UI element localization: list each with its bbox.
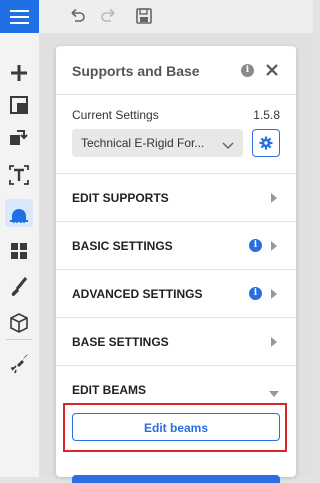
panel-title: Supports and Base xyxy=(72,63,200,79)
menu-button[interactable] xyxy=(0,0,39,33)
section-advanced-settings[interactable]: ADVANCED SETTINGS i xyxy=(56,269,296,316)
tool-sidebar xyxy=(0,33,39,477)
section-base-settings[interactable]: BASE SETTINGS xyxy=(56,317,296,364)
orient-icon[interactable] xyxy=(5,123,33,151)
paint-icon[interactable] xyxy=(5,273,33,301)
apply-button[interactable] xyxy=(72,475,280,483)
close-icon[interactable] xyxy=(264,62,280,78)
profile-select-value: Technical E-Rigid For... xyxy=(81,136,205,150)
chevron-right-icon xyxy=(270,335,278,353)
chevron-right-icon xyxy=(270,287,278,305)
section-basic-settings[interactable]: BASIC SETTINGS i xyxy=(56,221,296,268)
hamburger-icon xyxy=(10,10,29,12)
section-label: ADVANCED SETTINGS xyxy=(72,287,203,301)
add-icon[interactable] xyxy=(5,59,33,87)
section-label: EDIT BEAMS xyxy=(72,383,147,397)
info-icon[interactable]: i xyxy=(249,239,262,252)
text-icon[interactable] xyxy=(5,161,33,189)
supports-icon[interactable] xyxy=(5,199,33,227)
print-icon[interactable] xyxy=(5,349,33,377)
gear-icon xyxy=(259,136,273,150)
hollow-icon[interactable] xyxy=(5,309,33,337)
panel-header: Supports and Base i xyxy=(56,46,296,94)
section-label: BASE SETTINGS xyxy=(72,335,169,349)
current-settings-section: Current Settings 1.5.8 Technical E-Rigid… xyxy=(56,94,296,170)
redo-icon[interactable] xyxy=(98,6,120,26)
info-icon[interactable]: i xyxy=(249,287,262,300)
top-toolbar xyxy=(0,0,313,33)
info-icon[interactable]: i xyxy=(241,64,254,77)
undo-icon[interactable] xyxy=(66,6,88,26)
chevron-right-icon xyxy=(270,239,278,257)
section-label: EDIT SUPPORTS xyxy=(72,191,169,205)
chevron-down-icon xyxy=(222,138,234,156)
arrange-icon[interactable] xyxy=(5,237,33,265)
version-label: 1.5.8 xyxy=(253,108,280,122)
section-edit-supports[interactable]: EDIT SUPPORTS xyxy=(56,173,296,220)
chevron-down-icon xyxy=(268,385,280,403)
settings-gear-button[interactable] xyxy=(252,129,280,157)
chevron-right-icon xyxy=(270,191,278,209)
section-label: BASIC SETTINGS xyxy=(72,239,173,253)
highlight-box xyxy=(63,403,287,452)
save-icon[interactable] xyxy=(134,6,156,26)
current-settings-label: Current Settings xyxy=(72,108,159,122)
profile-select[interactable]: Technical E-Rigid For... xyxy=(72,129,243,157)
layout-icon[interactable] xyxy=(5,91,33,119)
